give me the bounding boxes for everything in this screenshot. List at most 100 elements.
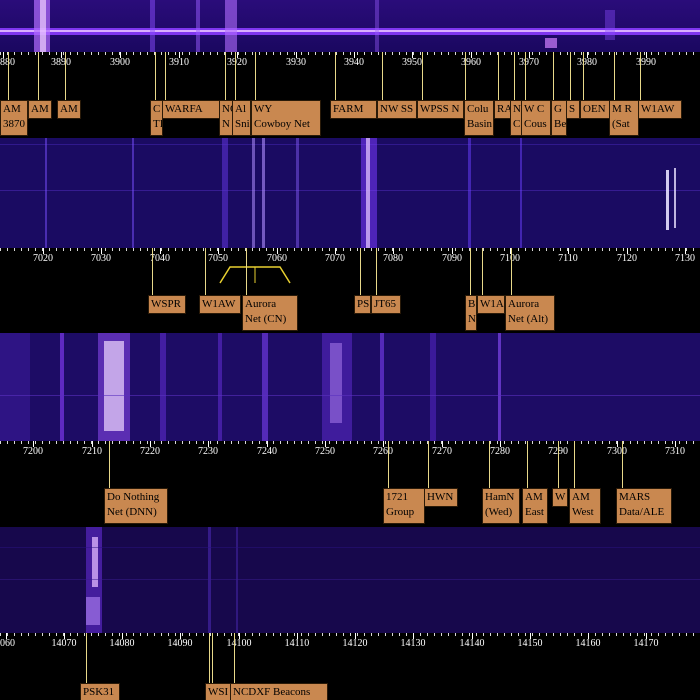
tick-label: 7120	[617, 253, 637, 264]
label-line: M R	[612, 103, 632, 115]
waterfall-40m-high[interactable]	[0, 333, 700, 441]
label-line: MARS	[619, 491, 651, 503]
label-line: NW SS	[380, 103, 414, 115]
tick-label: 14130	[400, 638, 426, 649]
flag-line	[152, 248, 153, 296]
tick-label: 3920	[227, 57, 247, 68]
label-line: HamN	[485, 491, 515, 503]
waterfall-40m-low-image	[0, 138, 700, 248]
station-label[interactable]: B N	[465, 295, 477, 331]
label-line: 1721	[386, 491, 408, 503]
label-line: B	[468, 298, 476, 310]
station-label[interactable]: NQ N	[219, 100, 233, 136]
scale-dots	[0, 248, 700, 251]
tick-label: 7030	[91, 253, 111, 264]
station-label[interactable]: FARM	[330, 100, 377, 119]
tick-label: 7300	[607, 446, 627, 457]
label-line: C	[153, 103, 161, 115]
station-label[interactable]: AM	[28, 100, 52, 119]
station-label[interactable]: PS	[354, 295, 371, 314]
station-label[interactable]: HWN	[424, 488, 458, 507]
station-label[interactable]: MARS Data/ALE	[616, 488, 672, 524]
station-label[interactable]: W1AW	[638, 100, 682, 119]
tick-label: 14140	[459, 638, 485, 649]
flag-line	[514, 52, 515, 100]
label-line: PSK31	[83, 686, 115, 698]
waterfall-20m[interactable]	[0, 527, 700, 633]
station-label[interactable]: WSPR	[148, 295, 186, 314]
tick-label: 3970	[519, 57, 539, 68]
label-line: WARFA	[165, 103, 203, 115]
tick-label: 060	[0, 638, 15, 649]
station-label[interactable]: AM West	[569, 488, 601, 524]
waterfall-20m-image	[0, 527, 700, 633]
station-label[interactable]: NW SS	[377, 100, 417, 119]
label-line: Data/ALE	[619, 506, 665, 518]
flag-line	[527, 441, 528, 489]
station-label[interactable]: M R (Sat	[609, 100, 639, 136]
flag-line	[165, 52, 166, 100]
label-line: W C	[524, 103, 545, 115]
tick-label: 3980	[577, 57, 597, 68]
label-line: Net (Alt)	[508, 313, 549, 325]
station-label[interactable]: Aurora Net (Alt)	[505, 295, 555, 331]
tick-label: 7090	[442, 253, 462, 264]
label-line: N	[222, 118, 230, 130]
station-label[interactable]: 1721 Group	[383, 488, 425, 524]
station-label[interactable]: AM East	[522, 488, 548, 524]
label-line: AM	[572, 491, 590, 503]
flag-line	[376, 248, 377, 296]
tick-label: 7230	[198, 446, 218, 457]
tick-label: 14150	[517, 638, 543, 649]
station-label[interactable]: G Be	[551, 100, 567, 136]
flag-line	[428, 441, 429, 489]
waterfall-80m[interactable]	[0, 0, 700, 52]
label-line: AM	[31, 103, 49, 115]
station-label[interactable]: Aurora Net (CN)	[242, 295, 298, 331]
flag-line	[482, 248, 483, 296]
label-line: NCDXF Beacons	[233, 686, 311, 698]
label-line: Cous	[524, 118, 547, 130]
panel-20m: 060 14070 14080 14090 14100 14110 14120 …	[0, 527, 700, 700]
station-label[interactable]: PSK31	[80, 683, 120, 700]
station-label[interactable]: Colu Basin	[464, 100, 494, 136]
station-label[interactable]: Do Nothing Net (DNN)	[104, 488, 168, 524]
station-label[interactable]: WPSS N	[417, 100, 464, 119]
station-label[interactable]: S	[566, 100, 580, 119]
station-label[interactable]: W1AW	[199, 295, 241, 314]
station-label[interactable]: Al Sni	[232, 100, 251, 136]
tick-label: 7240	[257, 446, 277, 457]
station-label[interactable]: W	[552, 488, 568, 507]
flag-line	[382, 52, 383, 100]
station-label[interactable]: OEN	[580, 100, 610, 119]
flag-line	[86, 633, 87, 683]
station-label[interactable]: AM 3870	[0, 100, 28, 136]
station-label[interactable]: W1A	[477, 295, 505, 314]
passband-marker[interactable]	[218, 263, 294, 285]
flag-line	[38, 52, 39, 100]
station-label[interactable]: AM	[57, 100, 81, 119]
station-label[interactable]: WSI	[205, 683, 231, 700]
tick-label: 7260	[373, 446, 393, 457]
scale-dots	[0, 633, 700, 636]
frequency-scale-40m-high: 7200 7210 7220 7230 7240 7250 7260 7270 …	[0, 441, 700, 527]
station-label[interactable]: WY Cowboy Net	[251, 100, 321, 136]
waterfall-40m-low[interactable]	[0, 138, 700, 248]
label-line: Do Nothing	[107, 491, 160, 503]
tick-label: 7220	[140, 446, 160, 457]
tick-label: 14110	[284, 638, 310, 649]
label-line: WSI	[208, 686, 229, 698]
station-label[interactable]: HamN (Wed)	[482, 488, 520, 524]
station-label[interactable]: W C Cous	[521, 100, 551, 136]
label-line: Aurora	[245, 298, 277, 310]
flag-line	[470, 248, 471, 296]
station-label[interactable]: WARFA	[162, 100, 220, 119]
station-label[interactable]: NCDXF Beacons	[230, 683, 328, 700]
flag-line	[640, 52, 641, 100]
label-line: Group	[386, 506, 415, 518]
station-label[interactable]: JT65	[371, 295, 401, 314]
tick-label: 3950	[402, 57, 422, 68]
label-line: N	[513, 103, 521, 115]
label-line: G	[554, 103, 562, 115]
flag-line	[622, 441, 623, 489]
